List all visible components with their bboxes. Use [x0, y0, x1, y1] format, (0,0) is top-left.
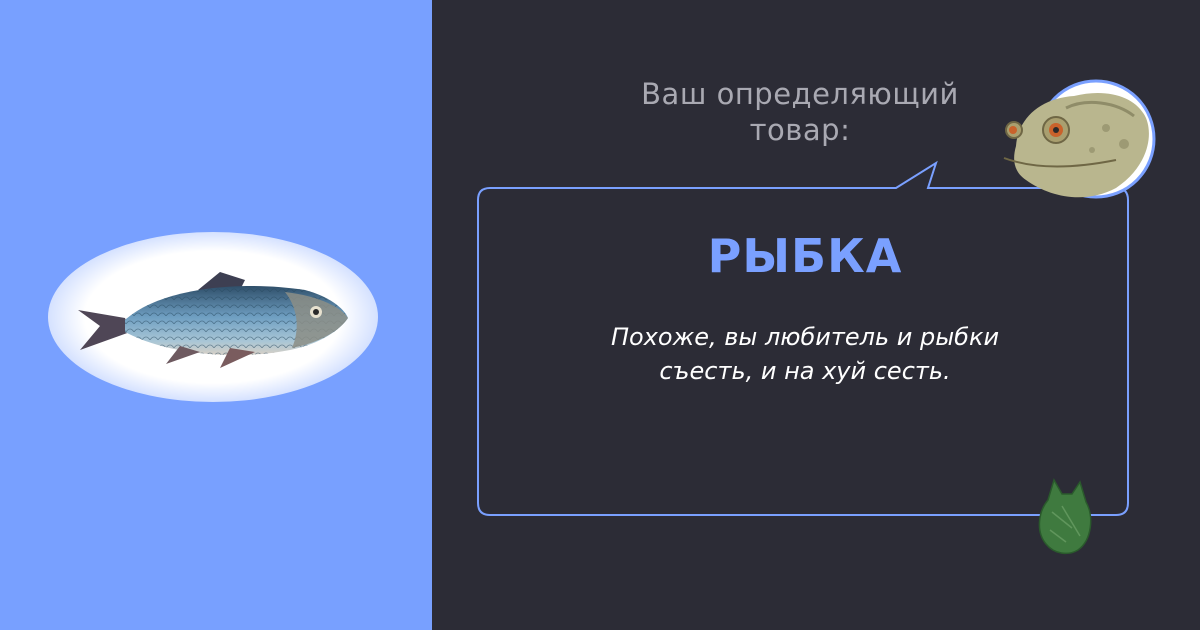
heading: Ваш определяющий товар: [590, 76, 1010, 148]
description-line-1: Похоже, вы любитель и рыбки [610, 323, 1000, 351]
heading-line-2: товар: [749, 113, 851, 147]
product-title: РЫБКА [707, 229, 903, 283]
fish-image [78, 272, 348, 368]
toad-avatar [1003, 79, 1156, 199]
product-description: Похоже, вы любитель и рыбки съесть, и на… [520, 320, 1090, 388]
description-line-2: съесть, и на хуй сесть. [659, 357, 951, 385]
plastic-bag-icon [1038, 478, 1092, 555]
heading-line-1: Ваш определяющий [641, 77, 959, 111]
